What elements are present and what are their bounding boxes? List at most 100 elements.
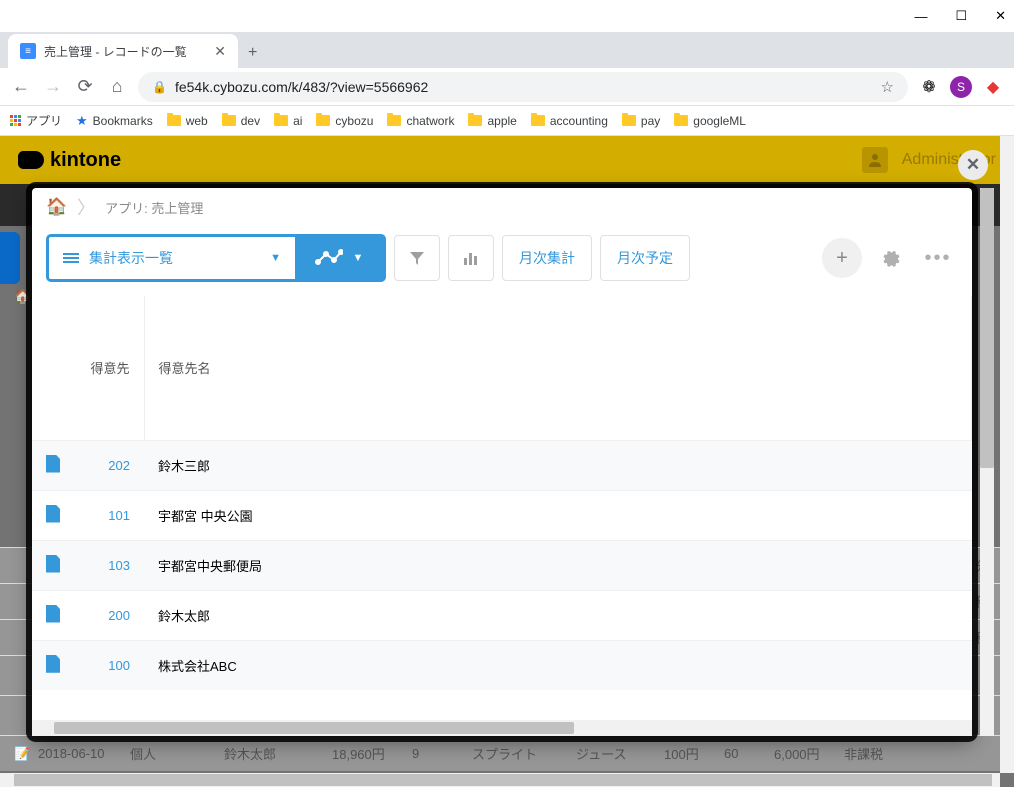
minimize-button[interactable]: —: [914, 9, 927, 24]
customer-name: 鈴木太郎: [144, 590, 972, 640]
view-label: 集計表示一覧: [89, 248, 173, 268]
star-icon: ★: [76, 113, 88, 129]
customer-name: 鈴木三郎: [144, 440, 972, 490]
record-detail-icon[interactable]: [46, 655, 60, 673]
chevron-down-icon: ▼: [353, 252, 364, 264]
folder-icon: [387, 115, 401, 126]
customer-id-link[interactable]: 100: [74, 640, 144, 690]
address-bar[interactable]: 🔒 fe54k.cybozu.com/k/483/?view=5566962 ☆: [138, 72, 908, 102]
folder-icon: [222, 115, 236, 126]
settings-button[interactable]: [870, 238, 910, 278]
folder-icon: [622, 115, 636, 126]
breadcrumb-text: アプリ: 売上管理: [105, 198, 203, 217]
page-horizontal-scrollbar[interactable]: [0, 773, 1000, 787]
url-text: fe54k.cybozu.com/k/483/?view=5566962: [175, 79, 428, 95]
folder-icon: [167, 115, 181, 126]
bookmark-folder-googleml[interactable]: googleML: [674, 114, 746, 128]
forward-button[interactable]: →: [42, 76, 64, 98]
add-record-button[interactable]: +: [822, 238, 862, 278]
breadcrumb: 🏠 〉 アプリ: 売上管理: [32, 188, 972, 226]
tab-close-icon[interactable]: ✕: [214, 43, 226, 60]
gear-icon: [880, 248, 900, 268]
table-row: 202 鈴木三郎: [32, 440, 972, 490]
browser-tab-bar: ≡ 売上管理 - レコードの一覧 ✕ +: [0, 32, 1014, 68]
view-dropdown[interactable]: 集計表示一覧 ▼: [49, 237, 295, 279]
close-window-button[interactable]: ✕: [995, 8, 1006, 24]
record-table: 得意先 得意先名 202 鈴木三郎 101 宇都宮 中央公園 103: [32, 296, 972, 690]
view-controls: 集計表示一覧 ▼ ▼ 月次集計 月次予定 + •••: [32, 226, 972, 290]
table-header-customer-id[interactable]: 得意先: [74, 296, 144, 440]
filter-button[interactable]: [394, 235, 440, 281]
tab-favicon: ≡: [20, 43, 36, 59]
record-detail-icon[interactable]: [46, 605, 60, 623]
bookmark-star-icon[interactable]: ☆: [881, 78, 894, 96]
graph-view-button[interactable]: ▼: [295, 237, 383, 279]
bookmark-folder-pay[interactable]: pay: [622, 114, 660, 128]
monthly-schedule-button[interactable]: 月次予定: [600, 235, 690, 281]
page-vertical-scrollbar[interactable]: [1000, 136, 1014, 773]
bookmark-folder-web[interactable]: web: [167, 114, 208, 128]
folder-icon: [531, 115, 545, 126]
table-row: 103 宇都宮中央郵便局: [32, 540, 972, 590]
customer-id-link[interactable]: 202: [74, 440, 144, 490]
apps-shortcut[interactable]: アプリ: [10, 112, 62, 129]
bar-chart-icon: [462, 249, 480, 267]
funnel-icon: [408, 249, 426, 267]
window-controls: — ☐ ✕: [0, 0, 1014, 32]
view-selector-group: 集計表示一覧 ▼ ▼: [46, 234, 386, 282]
chevron-down-icon: ▼: [270, 252, 281, 264]
table-row: 101 宇都宮 中央公園: [32, 490, 972, 540]
table-row: 100 株式会社ABC: [32, 640, 972, 690]
modal-close-button[interactable]: ✕: [958, 150, 988, 180]
table-header-icon: [32, 296, 74, 440]
bookmark-folder-cybozu[interactable]: cybozu: [316, 114, 373, 128]
monthly-summary-button[interactable]: 月次集計: [502, 235, 592, 281]
reload-button[interactable]: ⟳: [74, 76, 96, 98]
bookmark-folder-ai[interactable]: ai: [274, 114, 302, 128]
breadcrumb-separator-icon: 〉: [77, 194, 95, 220]
record-detail-icon[interactable]: [46, 455, 60, 473]
customer-name: 株式会社ABC: [144, 640, 972, 690]
more-options-button[interactable]: •••: [918, 238, 958, 278]
customer-id-link[interactable]: 101: [74, 490, 144, 540]
maximize-button[interactable]: ☐: [955, 8, 967, 24]
customer-name: 宇都宮 中央公園: [144, 490, 972, 540]
user-icon: [862, 147, 888, 173]
modal-vertical-scrollbar[interactable]: [980, 188, 994, 736]
apps-grid-icon: [10, 115, 21, 126]
bookmark-folder-apple[interactable]: apple: [468, 114, 516, 128]
folder-icon: [468, 115, 482, 126]
customer-name: 宇都宮中央郵便局: [144, 540, 972, 590]
folder-icon: [316, 115, 330, 126]
extension-2-icon[interactable]: ◆: [982, 76, 1004, 98]
back-home-icon: 🏠: [14, 288, 31, 305]
bookmark-folder-dev[interactable]: dev: [222, 114, 260, 128]
record-detail-icon[interactable]: [46, 555, 60, 573]
folder-icon: [274, 115, 288, 126]
customer-id-link[interactable]: 103: [74, 540, 144, 590]
back-button[interactable]: ←: [10, 76, 32, 98]
lock-icon: 🔒: [152, 80, 167, 94]
new-tab-button[interactable]: +: [238, 38, 267, 68]
extension-1-icon[interactable]: ❁: [918, 76, 940, 98]
record-detail-icon[interactable]: [46, 505, 60, 523]
browser-tab[interactable]: ≡ 売上管理 - レコードの一覧 ✕: [8, 34, 238, 68]
bookmark-folder-chatwork[interactable]: chatwork: [387, 114, 454, 128]
bookmarks-link[interactable]: ★ Bookmarks: [76, 113, 153, 129]
chart-button[interactable]: [448, 235, 494, 281]
bookmarks-bar: アプリ ★ Bookmarks web dev ai cybozu chatwo…: [0, 106, 1014, 136]
profile-avatar[interactable]: S: [950, 76, 972, 98]
modal-horizontal-scrollbar[interactable]: [32, 720, 972, 736]
folder-icon: [674, 115, 688, 126]
record-list-modal: 🏠 〉 アプリ: 売上管理 集計表示一覧 ▼ ▼ 月次集計 月次予定: [32, 188, 972, 736]
home-button[interactable]: ⌂: [106, 76, 128, 98]
bookmark-folder-accounting[interactable]: accounting: [531, 114, 608, 128]
table-header-customer-name[interactable]: 得意先名: [144, 296, 972, 440]
breadcrumb-home-icon[interactable]: 🏠: [46, 197, 67, 217]
back-side-button: [0, 232, 20, 284]
customer-id-link[interactable]: 200: [74, 590, 144, 640]
kintone-header: kintone Administrator: [0, 136, 1014, 184]
url-bar: ← → ⟳ ⌂ 🔒 fe54k.cybozu.com/k/483/?view=5…: [0, 68, 1014, 106]
list-icon: [63, 253, 79, 263]
tab-title: 売上管理 - レコードの一覧: [44, 43, 206, 60]
